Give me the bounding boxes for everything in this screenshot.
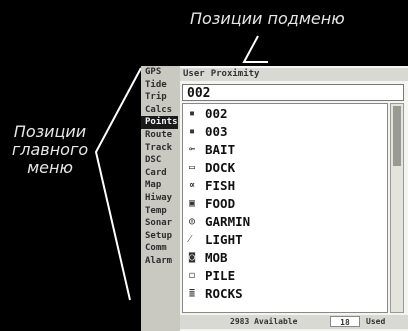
- list-item[interactable]: ▪ 002: [183, 104, 387, 122]
- square-icon: ▪: [189, 107, 196, 119]
- list-item[interactable]: ◻ PILE: [183, 266, 387, 284]
- search-input[interactable]: 002: [182, 84, 404, 101]
- dock-icon: ▭: [189, 161, 196, 173]
- sidebar-item-dsc[interactable]: DSC: [141, 154, 178, 167]
- light-icon: ⁄: [189, 233, 191, 245]
- list-item-label: PILE: [205, 267, 236, 283]
- list-item[interactable]: ▣ FOOD: [183, 194, 387, 212]
- status-bar: 2983 Available 18 Used: [180, 315, 408, 329]
- list-item[interactable]: ▭ DOCK: [183, 158, 387, 176]
- list-item-label: MOB: [205, 249, 228, 265]
- rocks-icon: ≣: [189, 287, 196, 299]
- pile-icon: ◻: [189, 269, 196, 281]
- available-count: 2983 Available: [230, 317, 298, 326]
- sidebar-item-route[interactable]: Route: [141, 129, 178, 142]
- list-item[interactable]: ⁄ LIGHT: [183, 230, 387, 248]
- sidebar-item-setup[interactable]: Setup: [141, 230, 178, 243]
- list-item-label: ROCKS: [205, 285, 243, 301]
- sidebar-item-comm[interactable]: Comm: [141, 242, 178, 255]
- points-panel: User Proximity 002 ▪ 002 ▪ 003 ⟜ BAIT ▭ DOCK ∝ FIS…: [180, 66, 408, 331]
- list-item[interactable]: ⟜ BAIT: [183, 140, 387, 158]
- sidebar-item-track[interactable]: Track: [141, 142, 178, 155]
- sidebar-item-temp[interactable]: Temp: [141, 205, 178, 218]
- list-item-label: FISH: [205, 177, 236, 193]
- bait-icon: ⟜: [189, 143, 196, 155]
- list-item[interactable]: ◙ MOB: [183, 248, 387, 266]
- list-item-label: DOCK: [205, 159, 236, 175]
- mob-icon: ◙: [189, 251, 196, 263]
- list-scrollbar[interactable]: [390, 103, 404, 313]
- waypoint-list: ▪ 002 ▪ 003 ⟜ BAIT ▭ DOCK ∝ FISH ▣ FOOD ◎ GARMIN ⁄ LIGH…: [182, 103, 388, 313]
- list-item[interactable]: ◎ GARMIN: [183, 212, 387, 230]
- device-screen: GPS Tide Trip Calcs Points Route Track DSC Card M…: [141, 66, 408, 331]
- sidebar-item-points[interactable]: Points: [141, 116, 178, 129]
- list-item-label: BAIT: [205, 141, 236, 157]
- main-menu-sidebar: GPS Tide Trip Calcs Points Route Track DSC Card M…: [141, 66, 178, 331]
- list-item-label: GARMIN: [205, 213, 251, 229]
- list-item-label: 002: [205, 105, 228, 121]
- square-icon: ▪: [189, 125, 196, 137]
- used-count: 18: [330, 316, 360, 327]
- sidebar-item-hiway[interactable]: Hiway: [141, 192, 178, 205]
- sidebar-item-card[interactable]: Card: [141, 167, 178, 180]
- submenu-tabs: User Proximity: [180, 68, 408, 81]
- tab-proximity[interactable]: Proximity: [208, 68, 263, 81]
- main-menu-leader-line: [94, 67, 142, 301]
- tab-user[interactable]: User: [180, 68, 208, 81]
- sidebar-item-calcs[interactable]: Calcs: [141, 104, 178, 117]
- list-item[interactable]: ≣ ROCKS: [183, 284, 387, 302]
- fish-icon: ∝: [189, 179, 196, 191]
- sidebar-item-tide[interactable]: Tide: [141, 79, 178, 92]
- list-item[interactable]: ∝ FISH: [183, 176, 387, 194]
- used-label: Used: [366, 317, 386, 326]
- submenu-leader-line: [242, 35, 268, 63]
- list-item[interactable]: ▪ 003: [183, 122, 387, 140]
- sidebar-item-alarm[interactable]: Alarm: [141, 255, 178, 268]
- sidebar-item-gps[interactable]: GPS: [141, 66, 178, 79]
- scroll-thumb[interactable]: [393, 106, 401, 166]
- sidebar-item-sonar[interactable]: Sonar: [141, 217, 178, 230]
- list-item-label: 003: [205, 123, 228, 139]
- food-icon: ▣: [189, 197, 196, 209]
- list-item-label: FOOD: [205, 195, 236, 211]
- list-item-label: LIGHT: [205, 231, 243, 247]
- garmin-icon: ◎: [189, 215, 196, 227]
- sidebar-item-trip[interactable]: Trip: [141, 91, 178, 104]
- sidebar-item-map[interactable]: Map: [141, 179, 178, 192]
